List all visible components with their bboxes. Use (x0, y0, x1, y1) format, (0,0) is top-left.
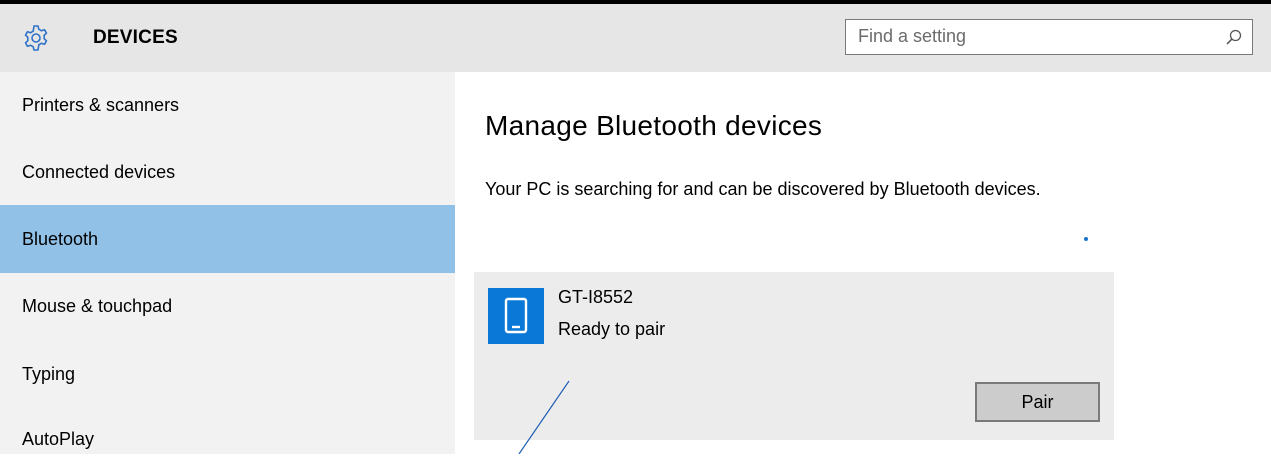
gear-icon (24, 25, 48, 51)
sidebar-item-label: Bluetooth (22, 229, 99, 249)
sidebar-item-mouse-touchpad[interactable]: Mouse & touchpad (0, 273, 455, 341)
sidebar-item-printers-scanners[interactable]: Printers & scanners (0, 72, 455, 140)
sidebar-item-typing[interactable]: Typing (0, 341, 455, 409)
device-list-item[interactable]: GT-I8552 Ready to pair Pair (474, 272, 1114, 440)
phone-glyph (504, 297, 528, 334)
device-name: GT-I8552 (558, 287, 634, 307)
bluetooth-status-text: Your PC is searching for and can be disc… (485, 179, 1041, 199)
page-title: DEVICES (93, 27, 178, 48)
main-content: Manage Bluetooth devices Your PC is sear… (455, 72, 1271, 454)
sidebar-item-connected-devices[interactable]: Connected devices (0, 139, 455, 207)
sidebar: Printers & scanners Connected devices Bl… (0, 72, 455, 454)
sidebar-item-label: Typing (22, 364, 76, 384)
phone-icon (488, 288, 544, 344)
device-status: Ready to pair (558, 319, 666, 339)
header-bar: DEVICES (0, 4, 1271, 72)
sidebar-item-autoplay[interactable]: AutoPlay (0, 407, 455, 475)
pair-button[interactable]: Pair (975, 382, 1100, 422)
sidebar-item-label: AutoPlay (22, 429, 95, 449)
sidebar-item-label: Connected devices (22, 162, 176, 182)
search-icon[interactable] (1225, 28, 1243, 46)
sidebar-item-label: Printers & scanners (22, 95, 180, 115)
sidebar-item-bluetooth[interactable]: Bluetooth (0, 205, 455, 273)
section-title: Manage Bluetooth devices (485, 110, 823, 141)
searching-progress-dot (1084, 237, 1088, 241)
search-box[interactable] (845, 19, 1253, 55)
sidebar-item-label: Mouse & touchpad (22, 296, 173, 316)
search-input[interactable] (846, 20, 1216, 53)
